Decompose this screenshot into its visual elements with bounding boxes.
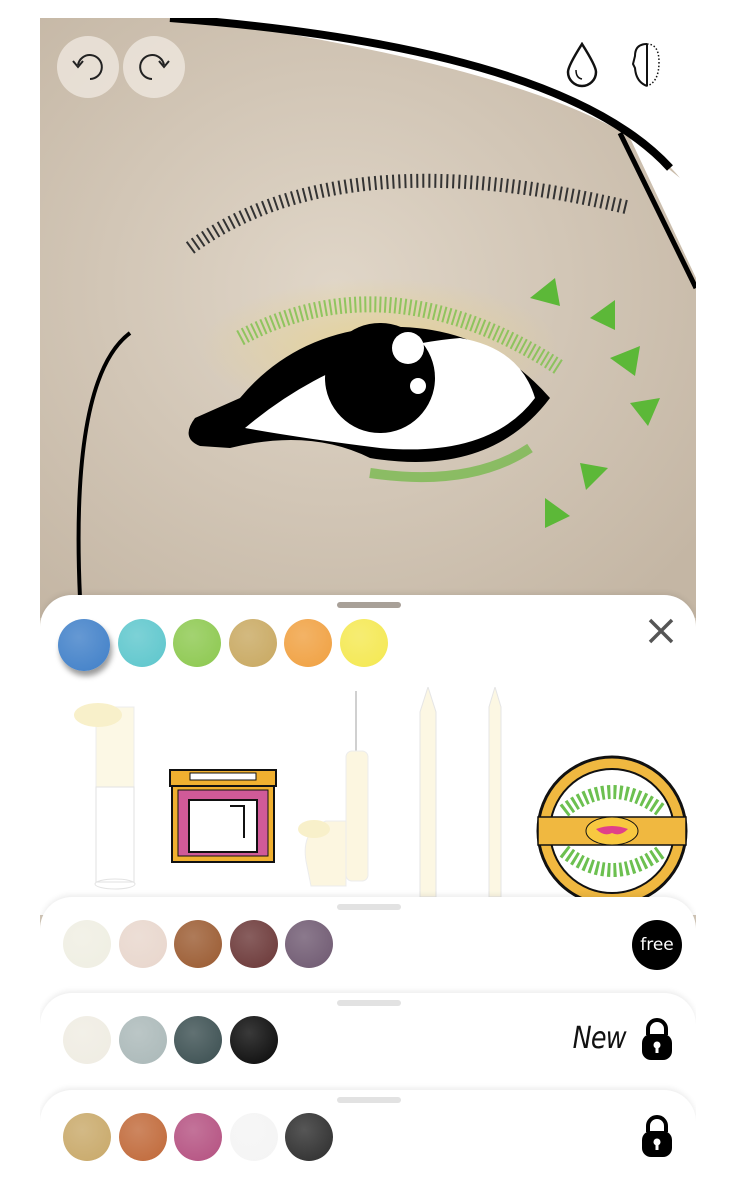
- drag-handle[interactable]: [337, 904, 401, 910]
- pencil-2[interactable]: [485, 687, 505, 897]
- color-swatch[interactable]: [285, 1113, 334, 1161]
- color-swatch[interactable]: [228, 619, 277, 667]
- color-swatch[interactable]: [63, 920, 111, 968]
- undo-icon: [72, 54, 103, 80]
- color-swatch[interactable]: [174, 1113, 223, 1161]
- color-swatch[interactable]: [229, 1113, 278, 1161]
- color-swatch[interactable]: [340, 619, 388, 667]
- eye-face-illustration[interactable]: [40, 18, 696, 618]
- color-swatch[interactable]: [174, 1016, 223, 1064]
- pencil-1[interactable]: [418, 687, 438, 897]
- drop-icon[interactable]: [564, 42, 600, 88]
- color-swatch[interactable]: [284, 619, 333, 667]
- color-swatch[interactable]: [118, 920, 167, 968]
- liquid-eyeliner[interactable]: [296, 691, 376, 891]
- face-half-icon[interactable]: [632, 42, 662, 88]
- color-swatch[interactable]: [173, 619, 222, 667]
- lock-icon[interactable]: [640, 1114, 674, 1162]
- free-badge: free: [634, 922, 680, 968]
- color-swatch[interactable]: [174, 920, 223, 968]
- color-swatch[interactable]: [117, 619, 166, 667]
- eyeshadow-palette[interactable]: [168, 768, 278, 864]
- drag-handle[interactable]: [337, 1097, 401, 1103]
- lock-icon[interactable]: [640, 1017, 674, 1065]
- color-swatch[interactable]: [63, 1016, 111, 1064]
- makeup-canvas: free New: [40, 18, 696, 1188]
- close-icon[interactable]: [647, 617, 675, 645]
- color-swatch[interactable]: [229, 1016, 278, 1064]
- drag-handle[interactable]: [337, 1000, 401, 1006]
- redo-icon: [139, 54, 170, 80]
- new-label: New: [572, 1021, 627, 1056]
- drag-handle[interactable]: [337, 602, 401, 608]
- color-swatch[interactable]: [63, 1113, 111, 1161]
- redo-button[interactable]: [123, 36, 185, 98]
- product-panel: [40, 595, 696, 915]
- false-lashes-case[interactable]: [534, 753, 690, 909]
- color-swatch[interactable]: [285, 920, 334, 968]
- color-swatch[interactable]: [58, 619, 110, 671]
- color-swatch[interactable]: [118, 1016, 167, 1064]
- color-swatch[interactable]: [229, 920, 278, 968]
- lip-gloss[interactable]: [74, 687, 144, 892]
- undo-button[interactable]: [57, 36, 119, 98]
- color-swatch[interactable]: [118, 1113, 167, 1161]
- palette-row[interactable]: [40, 1090, 696, 1188]
